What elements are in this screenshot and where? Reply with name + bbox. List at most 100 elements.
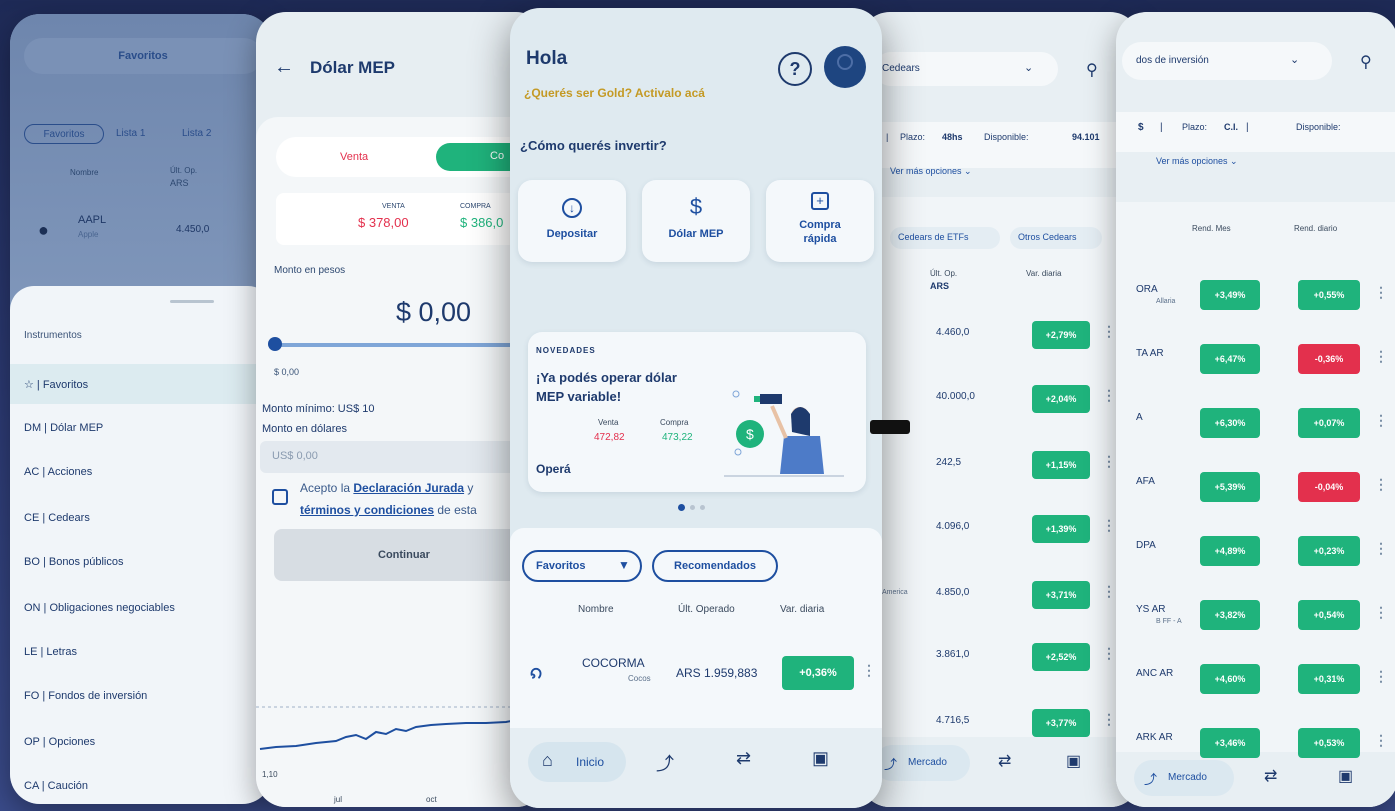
amount-slider[interactable]: [272, 343, 546, 347]
row-name: ARK AR: [1136, 732, 1173, 743]
menu-item-cedears[interactable]: CE | Cedears: [24, 512, 90, 524]
carousel-dot[interactable]: [690, 505, 695, 510]
menu-item-opciones[interactable]: OP | Opciones: [24, 736, 95, 748]
wallet-icon[interactable]: ▣: [1338, 766, 1353, 786]
gold-promo-link[interactable]: ¿Querés ser Gold? Activalo acá: [524, 86, 705, 100]
more-vert-icon[interactable]: ⋮: [1102, 453, 1116, 470]
plazo-value[interactable]: C.I.: [1224, 122, 1238, 132]
ccy-value[interactable]: $: [1138, 122, 1144, 133]
col-last-ccy: ARS: [170, 178, 189, 188]
more-vert-icon[interactable]: ⋮: [1102, 583, 1116, 600]
menu-item-caucion[interactable]: CA | Caución: [24, 780, 88, 792]
wallet-icon[interactable]: ▣: [1066, 751, 1081, 771]
terms-link-declaracion[interactable]: Declaración Jurada: [353, 481, 464, 495]
tab-otros-cedears[interactable]: Otros Cedears: [1010, 227, 1102, 249]
plazo-value[interactable]: 48hs: [942, 132, 963, 142]
more-vert-icon[interactable]: ⋮: [1102, 517, 1116, 534]
table-row[interactable]: 40.000,0 +2,04% ⋮: [860, 381, 1140, 421]
more-options-link[interactable]: Ver más opciones ⌄: [1156, 156, 1238, 167]
menu-item-obligaciones[interactable]: ON | Obligaciones negociables: [24, 602, 175, 614]
nav-home[interactable]: ⌂ Inicio: [528, 742, 626, 782]
usd-input[interactable]: US$ 0,00: [260, 441, 540, 473]
action-compra-rapida[interactable]: + Compra rápida: [766, 180, 874, 262]
more-vert-icon[interactable]: ⋮: [1374, 668, 1388, 685]
filter-recomendados[interactable]: Recomendados: [652, 550, 778, 582]
list-tab-1[interactable]: Lista 1: [116, 128, 145, 139]
list-tab-favorites[interactable]: Favoritos: [24, 124, 104, 144]
transfer-icon[interactable]: ⇄: [998, 751, 1011, 771]
transfer-icon[interactable]: ⇄: [736, 748, 751, 769]
row-var: +3,71%: [1032, 581, 1090, 609]
search-icon[interactable]: ⚲: [1360, 52, 1372, 72]
more-vert-icon[interactable]: ⋮: [1374, 284, 1388, 301]
table-row[interactable]: YS AR B FF - A +3,82% +0,54% ⋮: [1116, 600, 1395, 640]
table-row[interactable]: 4.096,0 +1,39% ⋮: [860, 511, 1140, 551]
sheet-handle[interactable]: [170, 300, 214, 303]
table-row[interactable]: 3.861,0 +2,52% ⋮: [860, 639, 1140, 679]
more-vert-icon[interactable]: ⋮: [1374, 540, 1388, 557]
row-var: +1,39%: [1032, 515, 1090, 543]
more-vert-icon[interactable]: ⋮: [1102, 711, 1116, 728]
slider-handle[interactable]: [268, 337, 282, 351]
table-row[interactable]: ၵ COCORMA Cocos ARS 1.959,883 +0,36% ⋮: [510, 648, 882, 698]
menu-item-letras[interactable]: LE | Letras: [24, 646, 77, 658]
more-vert-icon[interactable]: ⋮: [1102, 323, 1116, 340]
table-row[interactable]: TA AR +6,47% -0,36% ⋮: [1116, 344, 1395, 384]
row-sub: Allaria: [1156, 298, 1176, 305]
action-depositar[interactable]: ↓ Depositar: [518, 180, 626, 262]
table-row[interactable]: ORA Allaria +3,49% +0,55% ⋮: [1116, 280, 1395, 320]
table-row[interactable]: ARK AR +3,46% +0,53% ⋮: [1116, 728, 1395, 768]
market-selector[interactable]: dos de inversión ⌄: [1122, 42, 1332, 80]
more-vert-icon[interactable]: ⋮: [1374, 604, 1388, 621]
menu-item-acciones[interactable]: AC | Acciones: [24, 466, 92, 478]
market-selector[interactable]: Cedears ⌄: [874, 52, 1058, 86]
terms-checkbox[interactable]: [272, 489, 288, 505]
terms-mid: y: [464, 481, 474, 495]
tab-cedears-etf[interactable]: Cedears de ETFs: [890, 227, 1000, 249]
table-row[interactable]: AFA +5,39% -0,04% ⋮: [1116, 472, 1395, 512]
back-arrow-icon[interactable]: ←: [274, 56, 294, 79]
continue-button[interactable]: Continuar: [274, 529, 534, 581]
menu-item-favoritos[interactable]: ☆ | Favoritos: [10, 364, 272, 404]
row-price: 3.861,0: [936, 649, 970, 660]
more-vert-icon[interactable]: ⋮: [862, 662, 876, 679]
list-tab-2[interactable]: Lista 2: [182, 128, 211, 139]
action-dolar-mep[interactable]: $ Dólar MEP: [642, 180, 750, 262]
tab-sell[interactable]: Venta: [340, 151, 368, 163]
carousel-dot[interactable]: [700, 505, 705, 510]
help-icon[interactable]: ?: [778, 52, 812, 86]
chart-icon[interactable]: ⤴: [656, 750, 674, 776]
transfer-icon[interactable]: ⇄: [1264, 766, 1277, 786]
filter-separator: |: [886, 132, 889, 142]
menu-item-dolar-mep[interactable]: DM | Dólar MEP: [24, 422, 103, 434]
nav-home-label: Inicio: [576, 755, 605, 769]
nav-market[interactable]: ⤴ Mercado: [874, 745, 970, 781]
table-row[interactable]: 4.460,0 +2,79% ⋮: [860, 317, 1140, 357]
table-row[interactable]: America 4.850,0 +3,71% ⋮: [860, 577, 1140, 617]
table-row[interactable]: ANC AR +4,60% +0,31% ⋮: [1116, 664, 1395, 704]
row-ticker: COCORMA: [582, 656, 645, 670]
more-vert-icon[interactable]: ⋮: [1374, 476, 1388, 493]
terms-link-terminos[interactable]: términos y condiciones: [300, 503, 434, 517]
table-row[interactable]: 242,5 +1,15% ⋮: [860, 447, 1140, 487]
table-row[interactable]: DPA +4,89% +0,23% ⋮: [1116, 536, 1395, 576]
avatar[interactable]: [824, 46, 866, 88]
more-vert-icon[interactable]: ⋮: [1102, 645, 1116, 662]
news-card[interactable]: NOVEDADES ¡Ya podés operar dólar MEP var…: [528, 332, 866, 492]
more-vert-icon[interactable]: ⋮: [1374, 348, 1388, 365]
news-cta[interactable]: Operá: [536, 462, 571, 476]
filter-favoritos[interactable]: Favoritos ▼: [522, 550, 642, 582]
more-options-link[interactable]: Ver más opciones ⌄: [890, 166, 972, 177]
wallet-icon[interactable]: ▣: [812, 748, 829, 769]
menu-item-bonos[interactable]: BO | Bonos públicos: [24, 556, 123, 568]
more-vert-icon[interactable]: ⋮: [1102, 387, 1116, 404]
menu-item-fondos[interactable]: FO | Fondos de inversión: [24, 690, 147, 702]
more-vert-icon[interactable]: ⋮: [1374, 732, 1388, 749]
favorites-header[interactable]: Favoritos: [24, 38, 262, 74]
carousel-dot-active[interactable]: [678, 504, 685, 511]
filters-bar: | Plazo: 48hs Disponible: 94.101: [860, 122, 1140, 168]
row-ticker[interactable]: AAPL: [78, 214, 106, 226]
more-vert-icon[interactable]: ⋮: [1374, 412, 1388, 429]
search-icon[interactable]: ⚲: [1086, 60, 1098, 80]
table-row[interactable]: A +6,30% +0,07% ⋮: [1116, 408, 1395, 448]
